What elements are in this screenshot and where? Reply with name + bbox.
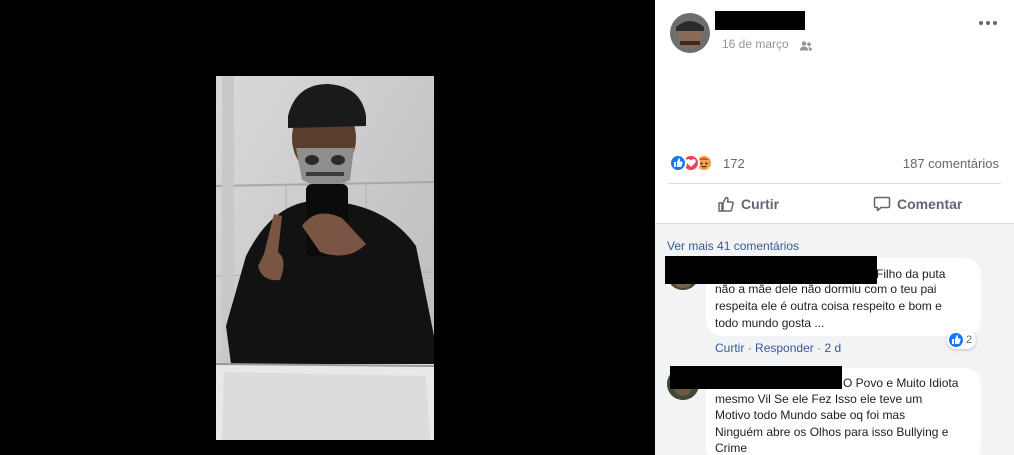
comment-time[interactable]: 2 d — [824, 341, 841, 355]
comment-text-line: não a mãe dele não dormiu com o teu pai — [715, 282, 937, 296]
comment-reaction-count: 2 — [966, 334, 973, 346]
comment-button[interactable]: Comentar — [873, 191, 962, 217]
like-label: Curtir — [741, 196, 780, 212]
comment-bubble-icon — [873, 196, 891, 212]
comment-text-line: respeita ele é outra coisa respeito e bo… — [715, 299, 942, 313]
commenter-name-redacted — [665, 256, 877, 284]
reaction-count[interactable]: 172 — [723, 156, 745, 171]
commenter-name-redacted — [670, 366, 842, 389]
post-panel: 16 de março 172 187 comentários Curtir C… — [655, 0, 1014, 455]
comment-reactions[interactable]: 2 — [947, 331, 977, 349]
divider — [668, 183, 1001, 184]
comment-text-line: Motivo todo Mundo sabe oq foi mas — [715, 408, 906, 422]
author-avatar[interactable] — [670, 13, 710, 53]
comment-text-line: O Povo e Muito Idiota — [843, 376, 959, 390]
more-options-button[interactable] — [978, 17, 998, 29]
comment-text-line: Crime — [715, 441, 747, 455]
comment-actions: Curtir · Responder · 2 d — [715, 341, 841, 355]
like-icon — [949, 333, 963, 347]
photo-viewer — [0, 0, 655, 455]
comment-like-link[interactable]: Curtir — [715, 341, 744, 355]
friends-icon[interactable] — [800, 38, 812, 56]
like-icon — [669, 154, 687, 172]
thumbs-up-icon — [718, 196, 734, 212]
post-photo[interactable] — [216, 76, 434, 440]
separator: · — [747, 341, 756, 355]
post-date[interactable]: 16 de março — [722, 37, 789, 51]
comment-text-line: mesmo Vil Se ele Fez Isso ele teve um — [715, 392, 923, 406]
divider — [655, 223, 1014, 224]
comments-count[interactable]: 187 comentários — [903, 156, 999, 171]
author-name-redacted — [715, 11, 805, 30]
comment-text-line: todo mundo gosta ... — [715, 316, 825, 330]
comment-text-line: Ninguém abre os Olhos para isso Bullying… — [715, 425, 949, 439]
comment-reply-link[interactable]: Responder — [755, 341, 814, 355]
photo-image — [216, 76, 434, 440]
like-button[interactable]: Curtir — [717, 191, 779, 217]
view-more-comments-link[interactable]: Ver mais 41 comentários — [667, 239, 799, 253]
comment-label: Comentar — [897, 196, 963, 212]
